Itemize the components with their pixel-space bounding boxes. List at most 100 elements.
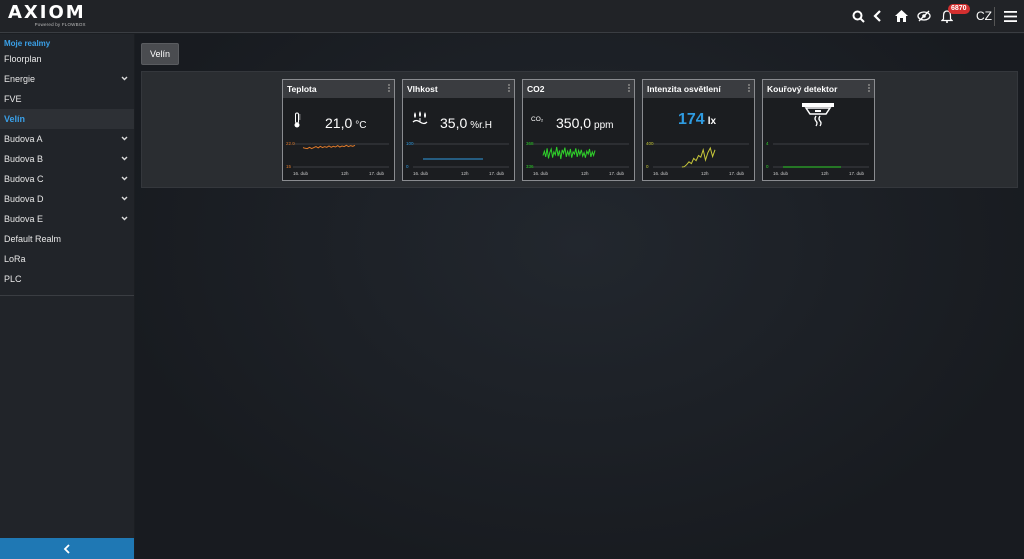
back-icon[interactable] (870, 8, 886, 24)
sidebar-item-5[interactable]: Budova B (0, 149, 134, 169)
x-tick-label: 17. dub (609, 171, 625, 176)
sidebar-item-3[interactable]: Velín (0, 109, 134, 129)
sensor-widget-0[interactable]: Teplota 21,0 °C 22.0 15 16. dub 12h 17. dub (282, 79, 395, 181)
tab-velin[interactable]: Velín (141, 43, 180, 65)
sensor-value: 35,0 (440, 115, 468, 131)
x-tick-label: 16. dub (773, 171, 789, 176)
thermometer-icon (293, 112, 301, 133)
sidebar-item-label: Default Realm (4, 234, 62, 244)
sidebar-item-1[interactable]: Energie (0, 69, 134, 89)
x-tick-label: 17. dub (849, 171, 865, 176)
series-line (681, 146, 716, 168)
widget-value-row: 350,0 ppm (556, 115, 614, 131)
more-vert-icon[interactable] (748, 84, 750, 93)
sparkline-chart: 4 0 16. dub 12h 17. dub (763, 140, 874, 180)
x-tick-label: 16. dub (293, 171, 309, 176)
sidebar-list: Floorplan Energie FVE Velín Budova A Budova B… (0, 49, 134, 296)
sidebar-item-9[interactable]: Default Realm (0, 229, 134, 249)
more-vert-icon[interactable] (388, 84, 390, 93)
chevron-down-icon[interactable] (121, 195, 128, 202)
sidebar-item-label: LoRa (4, 254, 26, 264)
y-axis-min-label: 0 (406, 164, 409, 169)
co2-icon: CO₂ (531, 116, 544, 123)
smoke-detector-icon (801, 102, 835, 133)
sensor-widget-2[interactable]: CO2 CO₂ 350,0 ppm 368 336 16. dub 12h 17. dub (522, 79, 635, 181)
widget-panel: Teplota 21,0 °C 22.0 15 16. dub 12h 17. dub Vlhk… (141, 71, 1018, 188)
search-icon[interactable] (850, 8, 866, 24)
chevron-down-icon[interactable] (121, 135, 128, 142)
sparkline-chart: 400 0 16. dub 12h 17. dub (643, 140, 754, 180)
sidebar-item-2[interactable]: FVE (0, 89, 134, 109)
language-selector[interactable]: CZ (976, 9, 992, 23)
sidebar-item-10[interactable]: LoRa (0, 249, 134, 269)
sensor-unit: ppm (594, 120, 614, 131)
menu-icon[interactable] (1002, 8, 1018, 24)
series-line (542, 146, 596, 160)
widget-title: Intenzita osvětlení (647, 84, 721, 94)
sidebar-item-label: Budova B (4, 154, 44, 164)
y-axis-min-label: 0 (766, 164, 769, 169)
sidebar-item-label: Budova C (4, 174, 44, 184)
sensor-unit: °C (355, 120, 367, 131)
x-tick-label: 12h (701, 171, 709, 176)
more-vert-icon[interactable] (868, 84, 870, 93)
top-bar: AXIOM Powered by FLOWBOX 6870 CZ (0, 0, 1024, 33)
widget-header: Vlhkost (403, 80, 514, 98)
sensor-widget-1[interactable]: Vlhkost 35,0 %r.H 100 0 16. dub 12h 17. dub (402, 79, 515, 181)
home-icon[interactable] (893, 8, 909, 24)
more-vert-icon[interactable] (508, 84, 510, 93)
x-tick-label: 16. dub (533, 171, 549, 176)
widget-title: Teplota (287, 84, 317, 94)
chevron-down-icon[interactable] (121, 155, 128, 162)
chevron-left-icon (63, 543, 70, 554)
widget-header: Intenzita osvětlení (643, 80, 754, 98)
notification-badge[interactable]: 6870 (948, 4, 970, 14)
collapse-sidebar-button[interactable] (0, 538, 134, 559)
y-axis-min-label: 336 (526, 164, 534, 169)
visibility-off-icon[interactable] (916, 8, 932, 24)
humidity-icon (411, 110, 429, 131)
sensor-widget-4[interactable]: Kouřový detektor 4 0 16. dub 12h 17. dub (762, 79, 875, 181)
y-axis-max-label: 22.0 (286, 141, 295, 146)
sensor-unit: %r.H (470, 120, 492, 131)
x-tick-label: 16. dub (413, 171, 429, 176)
sidebar-item-label: Budova E (4, 214, 44, 224)
sidebar-item-label: Energie (4, 74, 36, 84)
x-tick-label: 12h (821, 171, 829, 176)
sidebar-item-11[interactable]: PLC (0, 269, 134, 289)
chevron-down-icon[interactable] (121, 175, 128, 182)
sparkline-chart: 100 0 16. dub 12h 17. dub (403, 140, 514, 180)
main-content: Velín Teplota 21,0 °C 22.0 15 16. dub 12h 17. d… (135, 34, 1024, 559)
sidebar-item-4[interactable]: Budova A (0, 129, 134, 149)
sidebar-item-label: FVE (4, 94, 22, 104)
sidebar-item-6[interactable]: Budova C (0, 169, 134, 189)
chevron-down-icon[interactable] (121, 215, 128, 222)
widget-header: CO2 (523, 80, 634, 98)
y-axis-max-label: 400 (646, 141, 654, 146)
sensor-value: 350,0 (556, 115, 592, 131)
sparkline-chart: 22.0 15 16. dub 12h 17. dub (283, 140, 394, 180)
widget-title: CO2 (527, 84, 545, 94)
chevron-down-icon[interactable] (121, 75, 128, 82)
more-vert-icon[interactable] (628, 84, 630, 93)
widget-value-row: 21,0 °C (325, 115, 366, 131)
x-tick-label: 12h (461, 171, 469, 176)
sparkline-chart: 368 336 16. dub 12h 17. dub (523, 140, 634, 180)
sensor-value: 174 (678, 111, 705, 128)
x-tick-label: 12h (581, 171, 589, 176)
x-tick-label: 17. dub (729, 171, 745, 176)
widget-value-row: 174 lx (678, 111, 716, 129)
widget-value-row: 35,0 %r.H (440, 115, 492, 131)
sidebar-item-7[interactable]: Budova D (0, 189, 134, 209)
app-logo[interactable]: AXIOM Powered by FLOWBOX (8, 3, 86, 28)
sidebar: Moje realmy Floorplan Energie FVE Velín Budo… (0, 34, 134, 559)
y-axis-min-label: 15 (286, 164, 292, 169)
x-tick-label: 16. dub (653, 171, 669, 176)
sidebar-item-8[interactable]: Budova E (0, 209, 134, 229)
x-tick-label: 12h (341, 171, 349, 176)
sidebar-item-label: Budova A (4, 134, 43, 144)
widget-title: Vlhkost (407, 84, 438, 94)
sensor-widget-3[interactable]: Intenzita osvětlení 174 lx 400 0 16. dub 12h 17… (642, 79, 755, 181)
sidebar-item-0[interactable]: Floorplan (0, 49, 134, 69)
sidebar-heading: Moje realmy (4, 39, 51, 48)
